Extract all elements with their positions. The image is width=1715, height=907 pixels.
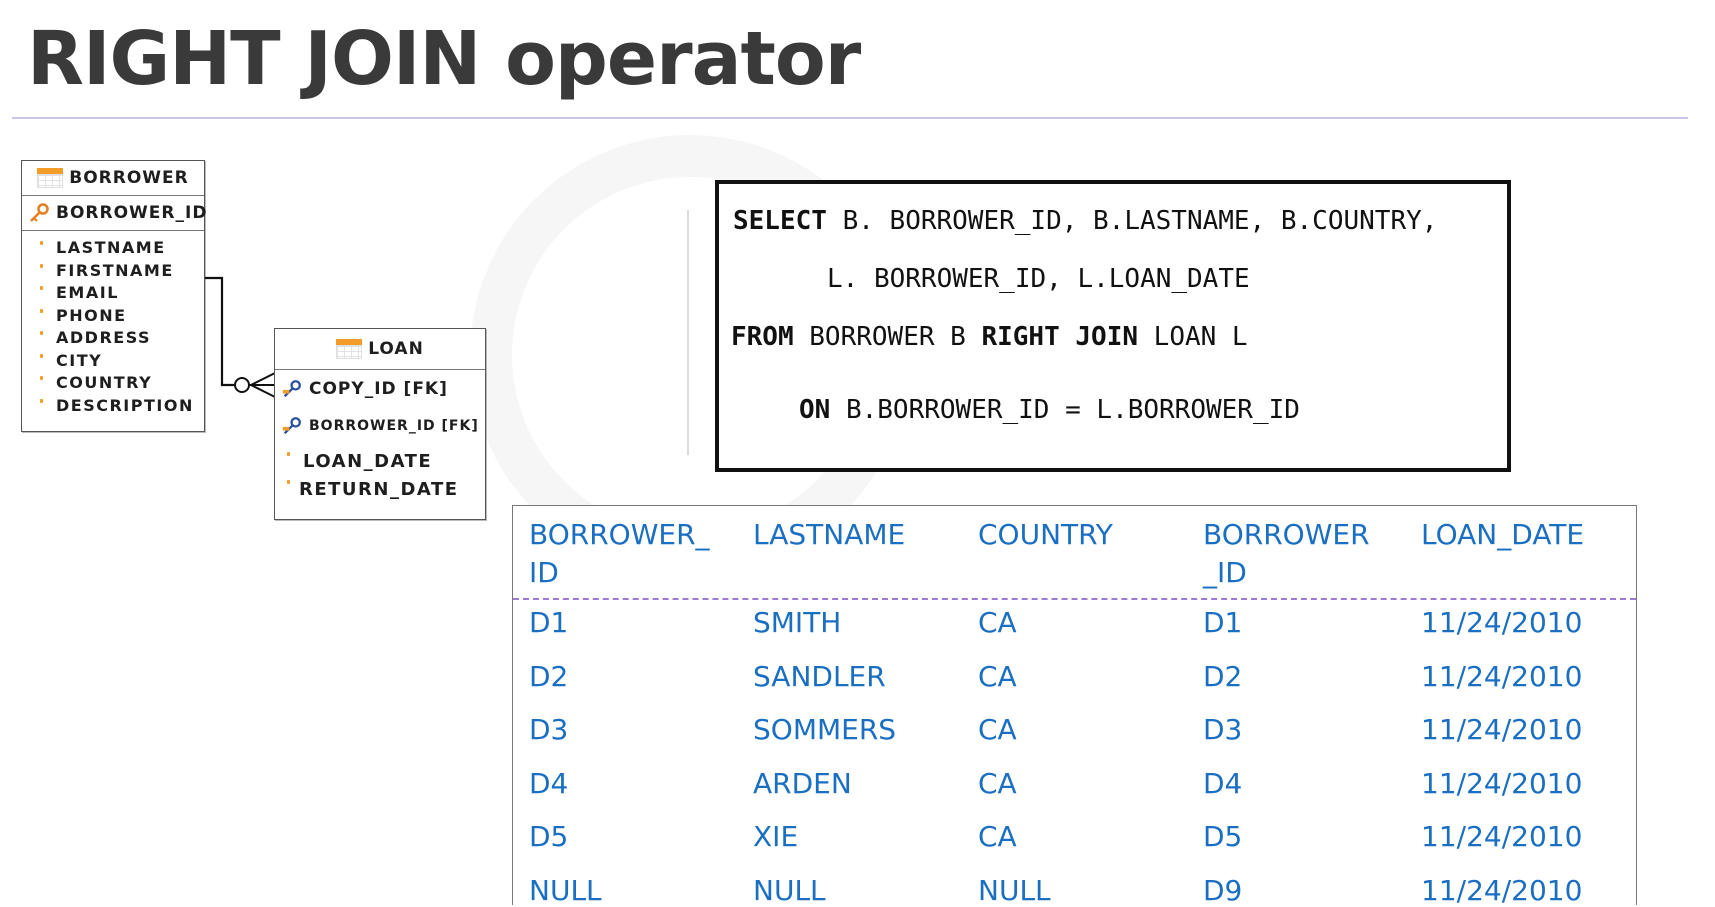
- table-cell-loan-borrower-id: D9: [1203, 873, 1243, 907]
- foreign-key-icon: [282, 379, 301, 397]
- slide-title: RIGHT JOIN operator: [27, 16, 861, 102]
- borrower-entity-name: BORROWER: [69, 168, 189, 188]
- table-cell-lastname: SANDLER: [753, 659, 886, 693]
- table-cell-loan-borrower-id: D1: [1203, 606, 1243, 639]
- borrower-primary-key: BORROWER_ID: [22, 196, 208, 231]
- sql-keyword-select: SELECT: [733, 206, 827, 236]
- header-country: COUNTRY: [978, 518, 1113, 551]
- table-cell-borrower-id: D3: [529, 713, 569, 746]
- table-cell-borrower-id: D4: [529, 766, 569, 800]
- fk-borrower-id-label: BORROWER_ID [FK]: [309, 417, 479, 434]
- attribute-return-date: RETURN_DATE: [283, 476, 485, 504]
- header-lastname: LASTNAME: [753, 518, 906, 551]
- sql-select-columns: B. BORROWER_ID, B.LASTNAME, B.COUNTRY,: [826, 206, 1438, 236]
- sql-join-condition: B.BORROWER_ID = L.BORROWER_ID: [830, 395, 1300, 425]
- borrower-pk-label: BORROWER_ID: [56, 203, 208, 223]
- relationship-connector: [205, 276, 276, 398]
- sql-line-on: ON B.BORROWER_ID = L.BORROWER_ID: [799, 395, 1300, 425]
- header-loan-date: LOAN_DATE: [1421, 518, 1585, 551]
- loan-foreign-key-borrower-id: BORROWER_ID [FK]: [275, 407, 485, 444]
- table-cell-lastname: SOMMERS: [753, 713, 897, 746]
- header-borrower-id: BORROWER_ ID: [529, 518, 710, 589]
- table-cell-loan-date: 11/24/2010: [1421, 606, 1583, 639]
- table-cell-loan-date: 11/24/2010: [1421, 766, 1583, 800]
- vertical-divider: [687, 210, 689, 455]
- table-icon: [37, 168, 64, 188]
- loan-foreign-key-copy-id: COPY_ID [FK]: [275, 370, 485, 407]
- loan-entity-header: LOAN: [275, 329, 485, 370]
- loan-entity-name: LOAN: [368, 339, 424, 359]
- table-cell-country: CA: [978, 606, 1017, 639]
- attribute-lastname: LASTNAME: [36, 237, 204, 260]
- title-divider: [12, 117, 1688, 119]
- borrower-attribute-list: LASTNAME FIRSTNAME EMAIL PHONE ADDRESS C…: [22, 231, 204, 421]
- attribute-description: DESCRIPTION: [36, 395, 204, 418]
- attribute-firstname: FIRSTNAME: [36, 260, 204, 283]
- sql-keyword-from: FROM: [731, 322, 794, 352]
- table-cell-borrower-id: D2: [529, 659, 569, 693]
- sql-join-table: LOAN L: [1138, 322, 1248, 352]
- table-cell-loan-borrower-id: D4: [1203, 766, 1243, 800]
- loan-attribute-list: LOAN_DATE RETURN_DATE: [275, 444, 485, 504]
- sql-line-select: SELECT B. BORROWER_ID, B.LASTNAME, B.COU…: [733, 206, 1437, 236]
- attribute-city: CITY: [36, 350, 204, 373]
- sql-select-columns-continued: L. BORROWER_ID, L.LOAN_DATE: [827, 264, 1250, 294]
- sql-keyword-on: ON: [799, 395, 831, 425]
- table-cell-borrower-id: D5: [529, 820, 569, 853]
- table-cell-loan-date: 11/24/2010: [1421, 659, 1583, 693]
- sql-query-box: SELECT B. BORROWER_ID, B.LASTNAME, B.COU…: [715, 180, 1511, 472]
- table-cell-loan-date: 11/24/2010: [1421, 713, 1583, 746]
- result-table: BORROWER_ ID LASTNAME COUNTRY BORROWER _…: [512, 505, 1637, 907]
- table-icon: [336, 339, 363, 359]
- table-cell-loan-date: 11/24/2010: [1421, 820, 1583, 853]
- table-cell-loan-date: 11/24/2010: [1421, 873, 1583, 907]
- table-cell-country: CA: [978, 659, 1017, 693]
- table-cell-country: CA: [978, 713, 1017, 746]
- attribute-phone: PHONE: [36, 305, 204, 328]
- table-cell-lastname: XIE: [753, 820, 799, 853]
- loan-entity: LOAN COPY_ID [FK] BORROWER_ID [FK] LOAN_…: [274, 328, 486, 520]
- sql-from-table: BORROWER B: [793, 322, 982, 352]
- attribute-country: COUNTRY: [36, 372, 204, 395]
- sql-line-from: FROM BORROWER B RIGHT JOIN LOAN L: [731, 322, 1248, 352]
- foreign-key-icon: [282, 416, 301, 434]
- fk-copy-id-label: COPY_ID [FK]: [309, 378, 448, 399]
- table-cell-loan-borrower-id: D5: [1203, 820, 1243, 853]
- table-cell-loan-borrower-id: D2: [1203, 659, 1243, 693]
- attribute-loan-date: LOAN_DATE: [283, 448, 485, 476]
- result-table-header: BORROWER_ ID LASTNAME COUNTRY BORROWER _…: [513, 506, 1636, 600]
- header-loan-borrower-id: BORROWER _ID: [1203, 518, 1370, 589]
- table-cell-country: CA: [978, 820, 1017, 853]
- table-cell-borrower-id: D1: [529, 606, 569, 639]
- table-cell-lastname: ARDEN: [753, 766, 852, 800]
- table-cell-loan-borrower-id: D3: [1203, 713, 1243, 746]
- sql-line-columns-continued: L. BORROWER_ID, L.LOAN_DATE: [827, 264, 1250, 294]
- table-cell-borrower-id: NULL: [529, 873, 602, 907]
- table-cell-country: CA: [978, 766, 1017, 800]
- attribute-email: EMAIL: [36, 282, 204, 305]
- borrower-entity: BORROWER BORROWER_ID LASTNAME FIRSTNAME …: [21, 160, 208, 432]
- table-cell-lastname: NULL: [753, 873, 826, 907]
- attribute-address: ADDRESS: [36, 327, 204, 350]
- primary-key-icon: [30, 203, 49, 222]
- sql-keyword-right-join: RIGHT JOIN: [981, 322, 1139, 352]
- table-cell-lastname: SMITH: [753, 606, 842, 639]
- borrower-entity-header: BORROWER: [22, 161, 204, 196]
- table-cell-country: NULL: [978, 873, 1051, 907]
